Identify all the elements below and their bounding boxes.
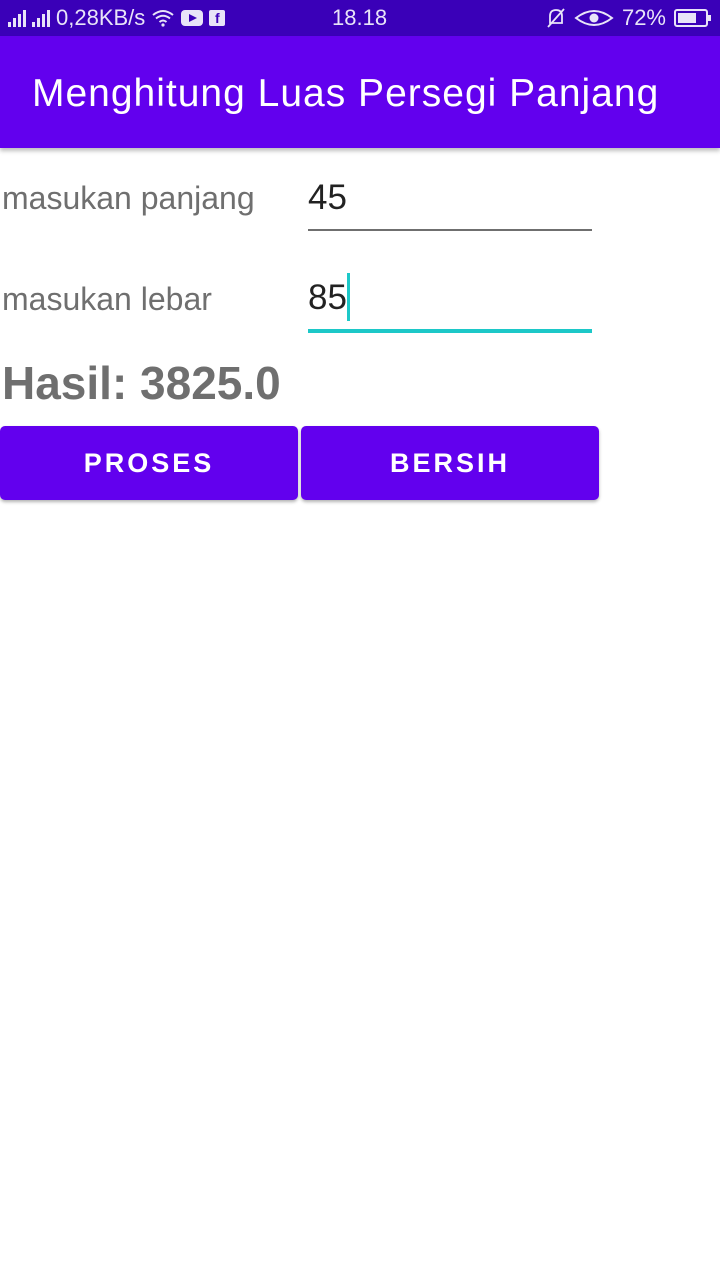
eye-icon — [574, 10, 614, 26]
signal-icon — [32, 9, 50, 27]
app-bar: Menghitung Luas Persegi Panjang — [0, 36, 720, 148]
proses-button[interactable]: PROSES — [0, 426, 298, 500]
wifi-icon — [152, 10, 174, 27]
facebook-icon: f — [209, 10, 226, 26]
length-input[interactable] — [308, 176, 592, 220]
network-speed: 0,28KB/s — [56, 5, 146, 30]
status-bar: 0,28KB/s f 18.18 72% — [0, 0, 720, 36]
status-time: 18.18 — [332, 5, 388, 30]
status-left: 0,28KB/s f — [8, 0, 226, 36]
signal-icon — [8, 9, 26, 27]
width-input-underline — [308, 329, 592, 333]
battery-percent: 72% — [621, 5, 666, 30]
bersih-button[interactable]: BERSIH — [301, 426, 599, 500]
app-title: Menghitung Luas Persegi Panjang — [32, 72, 660, 115]
text-cursor — [347, 273, 350, 321]
result-text: Hasil: 3825.0 — [2, 357, 281, 409]
mute-icon — [547, 8, 565, 28]
battery-icon — [674, 9, 711, 27]
youtube-icon — [181, 10, 204, 26]
status-right: 72% — [546, 0, 711, 36]
width-label: masukan lebar — [2, 281, 212, 317]
length-label: masukan panjang — [2, 180, 255, 216]
length-input-underline — [308, 229, 592, 231]
width-input[interactable] — [308, 276, 592, 320]
